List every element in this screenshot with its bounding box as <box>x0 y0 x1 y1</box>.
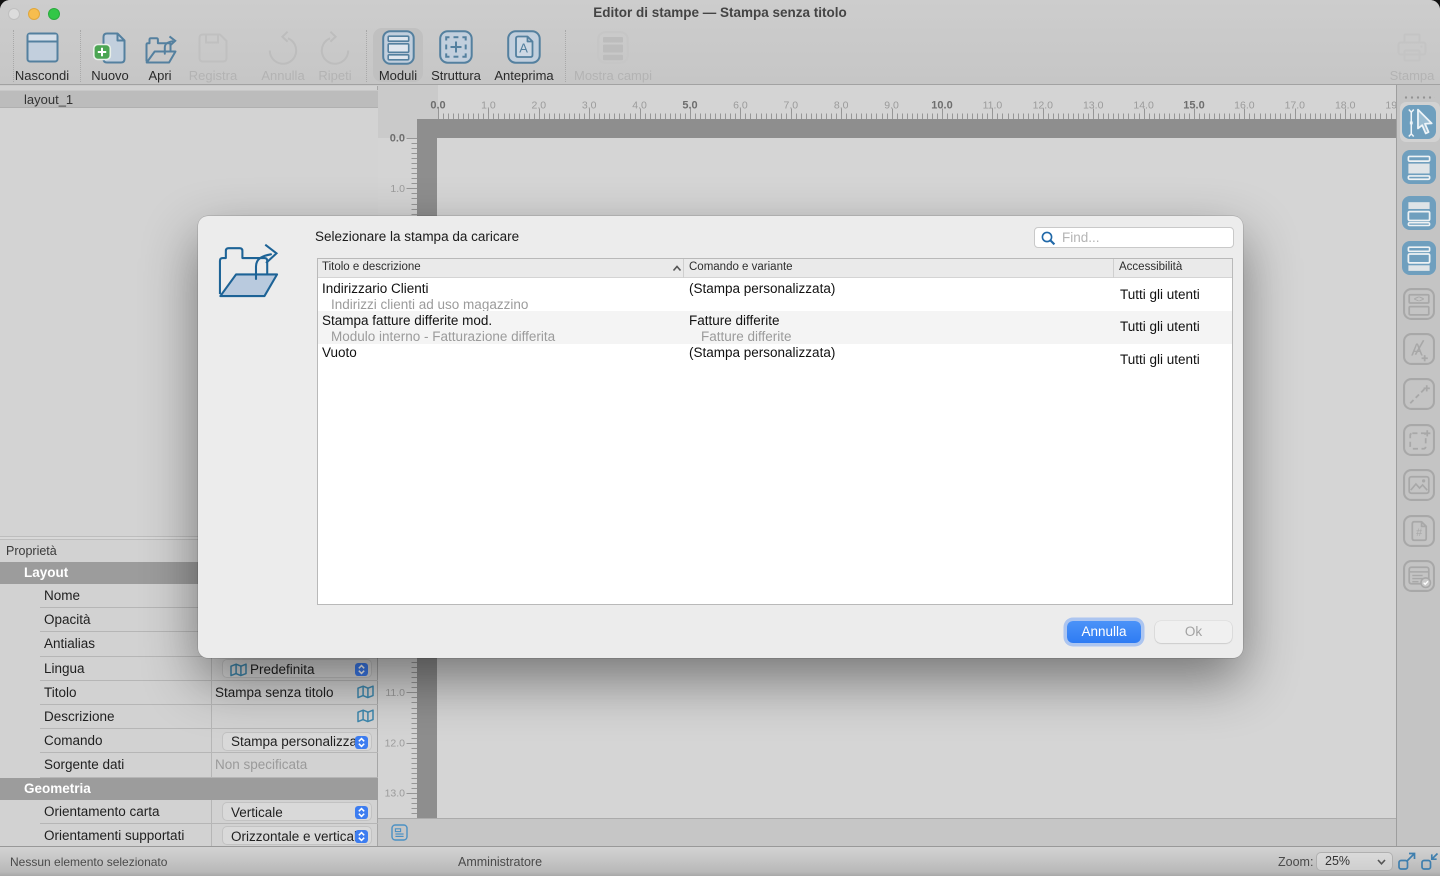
svg-text:17.0: 17.0 <box>1285 100 1306 112</box>
svg-text:0.0: 0.0 <box>390 133 405 145</box>
svg-text:#: # <box>1416 527 1422 539</box>
svg-text:5.0: 5.0 <box>682 100 697 112</box>
svg-text:8.0: 8.0 <box>834 100 849 112</box>
svg-text:0.0: 0.0 <box>430 100 445 112</box>
svg-text:6.0: 6.0 <box>733 100 748 112</box>
svg-text:4.0: 4.0 <box>632 100 647 112</box>
svg-text:12.0: 12.0 <box>1033 100 1054 112</box>
svg-text:<>: <> <box>1414 294 1424 304</box>
svg-text:10.0: 10.0 <box>931 100 952 112</box>
svg-text:A: A <box>519 41 528 56</box>
svg-text:3.0: 3.0 <box>582 100 597 112</box>
svg-text:14.0: 14.0 <box>1133 100 1154 112</box>
svg-text:7.0: 7.0 <box>783 100 798 112</box>
svg-text:1.0: 1.0 <box>390 183 405 195</box>
svg-text:19.0: 19.0 <box>1385 100 1396 112</box>
svg-text:1.0: 1.0 <box>481 100 496 112</box>
svg-text:12.0: 12.0 <box>385 737 406 749</box>
svg-text:11.0: 11.0 <box>983 100 1003 112</box>
svg-text:13.0: 13.0 <box>385 788 406 800</box>
svg-text:13.0: 13.0 <box>1083 100 1104 112</box>
svg-text:11.0: 11.0 <box>385 687 405 699</box>
svg-text:15.0: 15.0 <box>1183 100 1204 112</box>
svg-text:16.0: 16.0 <box>1234 100 1255 112</box>
svg-text:9.0: 9.0 <box>884 100 899 112</box>
svg-text:18.0: 18.0 <box>1335 100 1356 112</box>
svg-text:2.0: 2.0 <box>531 100 546 112</box>
